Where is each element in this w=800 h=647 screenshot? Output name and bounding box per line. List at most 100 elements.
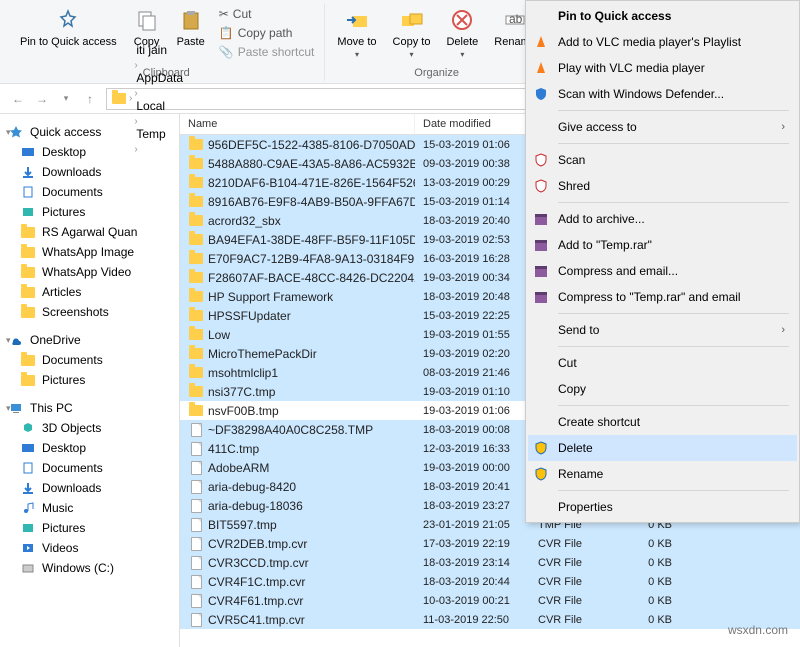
shortcut-icon: 📎 [219, 45, 234, 59]
forward-button[interactable]: → [32, 89, 52, 109]
file-name: CVR2DEB.tmp.cvr [208, 537, 307, 551]
ctx-compress-email[interactable]: Compress and email... [528, 258, 797, 284]
sidebar-item[interactable]: Pictures [0, 202, 179, 222]
sidebar-item[interactable]: Downloads [0, 478, 179, 498]
this-pc[interactable]: ▾This PC [0, 398, 179, 418]
sidebar-item[interactable]: RS Agarwal Quan [0, 222, 179, 242]
file-name: aria-debug-8420 [208, 480, 296, 494]
ctx-add-archive[interactable]: Add to archive... [528, 206, 797, 232]
cut-button[interactable]: ✂Cut [215, 6, 319, 22]
ctx-compress-temp-email[interactable]: Compress to "Temp.rar" and email [528, 284, 797, 310]
ctx-create-shortcut[interactable]: Create shortcut [528, 409, 797, 435]
file-row[interactable]: CVR3CCD.tmp.cvr18-03-2019 23:14CVR File0… [180, 553, 800, 572]
chevron-right-icon: › [781, 121, 789, 133]
sidebar-item[interactable]: 3D Objects [0, 418, 179, 438]
ctx-rename[interactable]: Rename [528, 461, 797, 487]
ctx-properties[interactable]: Properties [528, 494, 797, 520]
file-name: F28607AF-BACE-48CC-8426-DC220421E3... [208, 271, 415, 285]
file-date: 13-03-2019 00:29 [415, 176, 530, 190]
file-name: BIT5597.tmp [208, 518, 277, 532]
folder-icon [188, 232, 204, 248]
sidebar-item[interactable]: Documents [0, 458, 179, 478]
column-date[interactable]: Date modified [415, 114, 530, 134]
sidebar-item[interactable]: WhatsApp Video [0, 262, 179, 282]
file-row[interactable]: CVR2DEB.tmp.cvr17-03-2019 22:19CVR File0… [180, 534, 800, 553]
file-name: 956DEF5C-1522-4385-8106-D7050AD154A7 [208, 138, 415, 152]
folder-icon [188, 403, 204, 419]
copy-to-button[interactable]: Copy to▾ [387, 4, 437, 61]
file-row[interactable]: CVR5C41.tmp.cvr11-03-2019 22:50CVR File0… [180, 610, 800, 629]
file-date: 11-03-2019 22:50 [415, 613, 530, 627]
ctx-mcafee-shred[interactable]: Shred [528, 173, 797, 199]
breadcrumb-item[interactable]: Local [134, 99, 185, 113]
history-dropdown[interactable]: ▾ [56, 89, 76, 109]
shield-icon [532, 151, 550, 169]
sidebar-item[interactable]: Screenshots [0, 302, 179, 322]
file-date: 19-03-2019 00:34 [415, 271, 530, 285]
move-to-button[interactable]: Move to▾ [331, 4, 382, 61]
breadcrumb-item[interactable]: iti jain [134, 43, 185, 57]
ctx-delete[interactable]: Delete [528, 435, 797, 461]
file-icon [188, 574, 204, 590]
ctx-scan-defender[interactable]: Scan with Windows Defender... [528, 81, 797, 107]
delete-button[interactable]: Delete▾ [440, 4, 484, 61]
ctx-add-temp-rar[interactable]: Add to "Temp.rar" [528, 232, 797, 258]
file-name: MicroThemePackDir [208, 347, 317, 361]
sidebar-item[interactable]: Desktop [0, 438, 179, 458]
folder-icon [188, 270, 204, 286]
file-date: 18-03-2019 23:14 [415, 556, 530, 570]
winrar-icon [532, 236, 550, 254]
winrar-icon [532, 288, 550, 306]
sidebar-item[interactable]: Windows (C:) [0, 558, 179, 578]
file-name: CVR3CCD.tmp.cvr [208, 556, 309, 570]
sidebar-item[interactable]: WhatsApp Image [0, 242, 179, 262]
sidebar-item[interactable]: Articles [0, 282, 179, 302]
sidebar-item[interactable]: Music [0, 498, 179, 518]
sidebar-item[interactable]: Desktop [0, 142, 179, 162]
ctx-vlc-play[interactable]: Play with VLC media player [528, 55, 797, 81]
sidebar-item[interactable]: Downloads [0, 162, 179, 182]
folder-icon [188, 137, 204, 153]
ctx-cut[interactable]: Cut [528, 350, 797, 376]
onedrive[interactable]: ▾OneDrive [0, 330, 179, 350]
file-row[interactable]: CVR4F61.tmp.cvr10-03-2019 00:21CVR File0… [180, 591, 800, 610]
back-button[interactable]: ← [8, 89, 28, 109]
file-type: CVR File [530, 537, 625, 551]
file-date: 18-03-2019 20:41 [415, 480, 530, 494]
ctx-pin-quick-access[interactable]: Pin to Quick access [528, 3, 797, 29]
vlc-icon [532, 59, 550, 77]
folder-icon [111, 91, 127, 107]
file-row[interactable]: CVR4F1C.tmp.cvr18-03-2019 20:44CVR File0… [180, 572, 800, 591]
folder-icon [188, 156, 204, 172]
quick-access[interactable]: ▾Quick access [0, 122, 179, 142]
watermark: wsxdn.com [728, 623, 788, 637]
sidebar-item[interactable]: Pictures [0, 518, 179, 538]
ctx-copy[interactable]: Copy [528, 376, 797, 402]
pin-to-quick-access-button[interactable]: Pin to Quick access [14, 4, 123, 50]
up-button[interactable]: ↑ [80, 89, 100, 109]
ctx-send-to[interactable]: Send to› [528, 317, 797, 343]
column-name[interactable]: Name [180, 114, 415, 134]
sidebar-item[interactable]: Documents [0, 182, 179, 202]
file-date: 19-03-2019 01:10 [415, 385, 530, 399]
sidebar-item[interactable]: Documents [0, 350, 179, 370]
file-date: 18-03-2019 00:08 [415, 423, 530, 437]
copy-path-button[interactable]: 📋Copy path [215, 25, 319, 41]
file-icon [188, 479, 204, 495]
paste-icon [177, 6, 205, 34]
sidebar-item[interactable]: Pictures [0, 370, 179, 390]
file-date: 15-03-2019 01:14 [415, 195, 530, 209]
file-date: 18-03-2019 20:40 [415, 214, 530, 228]
ctx-give-access-to[interactable]: Give access to› [528, 114, 797, 140]
sidebar-item[interactable]: Videos [0, 538, 179, 558]
copyto-icon [398, 6, 426, 34]
file-size: 0 KB [625, 575, 680, 589]
paste-shortcut-button[interactable]: 📎Paste shortcut [215, 44, 319, 60]
pin-icon [532, 7, 550, 25]
file-date: 18-03-2019 20:48 [415, 290, 530, 304]
file-icon [188, 593, 204, 609]
ctx-vlc-add-playlist[interactable]: Add to VLC media player's Playlist [528, 29, 797, 55]
breadcrumb-item[interactable]: AppData [134, 71, 185, 85]
file-icon [188, 441, 204, 457]
ctx-mcafee-scan[interactable]: Scan [528, 147, 797, 173]
